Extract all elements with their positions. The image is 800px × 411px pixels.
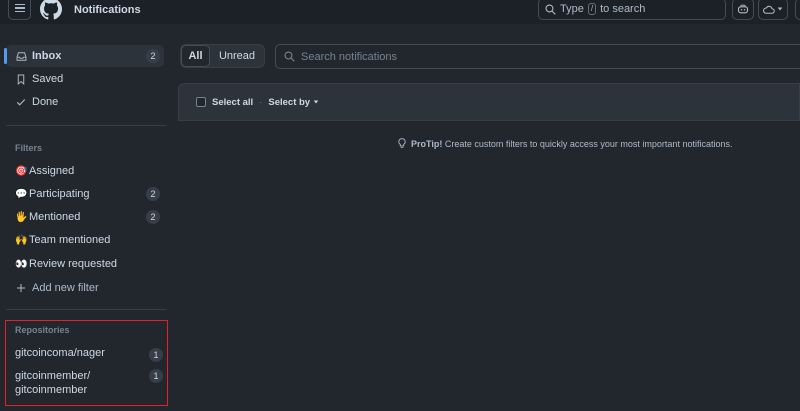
- menu-button[interactable]: [8, 0, 31, 20]
- app-header: Notifications Type / to search: [0, 0, 800, 24]
- search-placeholder: Search notifications: [301, 50, 397, 63]
- tab-all[interactable]: All: [181, 45, 210, 67]
- filter-label: Participating: [29, 188, 90, 200]
- repository-name: gitcoincoma/nager: [15, 347, 105, 359]
- search-icon: [284, 51, 295, 62]
- search-icon: [545, 3, 556, 15]
- sidebar-filter-team-mentioned[interactable]: 🙌 Team mentioned: [6, 229, 164, 251]
- sidebar-item-saved[interactable]: Saved: [6, 68, 164, 90]
- count-badge: 2: [146, 210, 160, 224]
- copilot-icon: [737, 4, 749, 14]
- sidebar-filter-participating[interactable]: 💬 Participating 2: [6, 183, 164, 205]
- lightbulb-icon: [398, 138, 406, 148]
- count-badge: 1: [149, 369, 163, 383]
- sidebar-filter-assigned[interactable]: 🎯 Assigned: [6, 160, 164, 182]
- eyes-icon: 👀: [15, 258, 28, 270]
- protip-message: ProTip! Create custom filters to quickly…: [397, 138, 732, 149]
- search-shortcut-key: /: [587, 3, 597, 15]
- select-by-dropdown[interactable]: Select by: [268, 97, 319, 108]
- separator: ·: [259, 96, 263, 108]
- page-title: Notifications: [74, 4, 141, 16]
- bookmark-icon: [15, 74, 27, 85]
- speech-bubble-icon: 💬: [15, 188, 28, 200]
- tab-unread[interactable]: Unread: [210, 45, 264, 67]
- copilot-button[interactable]: [732, 0, 754, 20]
- raising-hands-icon: 🙌: [15, 234, 28, 246]
- sidebar-item-inbox[interactable]: Inbox 2: [4, 45, 164, 67]
- divider: [6, 309, 166, 310]
- select-all-checkbox[interactable]: [196, 97, 206, 107]
- github-logo-icon[interactable]: [40, 0, 62, 20]
- create-new-button[interactable]: [758, 0, 788, 20]
- filters-heading: Filters: [15, 143, 43, 153]
- repository-name-line: gitcoinmember: [15, 384, 88, 396]
- plus-icon: [15, 283, 27, 293]
- cloud-icon: [763, 5, 775, 14]
- count-badge: 1: [149, 348, 163, 362]
- add-filter-label: Add new filter: [32, 282, 99, 294]
- filter-label: Assigned: [29, 165, 75, 177]
- filter-label: Mentioned: [29, 211, 81, 223]
- add-filter-button[interactable]: Add new filter: [6, 277, 164, 299]
- hamburger-line: [14, 10, 25, 13]
- repository-item[interactable]: gitcoinmember/ gitcoinmember 1: [15, 369, 163, 399]
- sidebar-filter-mentioned[interactable]: 🖐 Mentioned 2: [6, 206, 164, 228]
- select-all-label[interactable]: Select all: [212, 97, 253, 108]
- chevron-down-icon: [313, 100, 319, 104]
- sidebar-filter-review-requested[interactable]: 👀 Review requested: [6, 253, 164, 275]
- hamburger-line: [14, 3, 25, 6]
- count-badge: 2: [146, 49, 160, 63]
- header-extra-button[interactable]: [795, 0, 800, 20]
- sidebar-item-label: Saved: [32, 73, 64, 85]
- sidebar-item-label: Done: [32, 96, 59, 108]
- repositories-heading: Repositories: [15, 325, 70, 335]
- chevron-down-icon: [777, 7, 783, 11]
- divider: [6, 125, 166, 126]
- search-suffix: to search: [600, 3, 646, 15]
- repositories-highlight-box: Repositories gitcoincoma/nager 1 gitcoin…: [5, 320, 168, 406]
- search-prefix: Type: [560, 3, 584, 15]
- search-notifications-input[interactable]: Search notifications: [275, 44, 800, 69]
- repository-item[interactable]: gitcoincoma/nager 1: [15, 347, 163, 363]
- filter-label: Team mentioned: [29, 234, 111, 246]
- repository-name-line: gitcoinmember/: [15, 370, 91, 382]
- protip-label: ProTip!: [411, 138, 443, 149]
- sidebar-item-label: Inbox: [32, 50, 62, 62]
- sidebar-item-done[interactable]: Done: [6, 91, 164, 113]
- filter-label: Review requested: [29, 258, 118, 270]
- notification-tabs: All Unread: [180, 44, 265, 68]
- hamburger-line: [14, 7, 25, 9]
- select-by-label: Select by: [268, 96, 311, 108]
- notification-list-header: Select all · Select by: [178, 83, 800, 121]
- inbox-icon: [15, 51, 27, 62]
- count-badge: 2: [146, 187, 160, 201]
- check-icon: [15, 97, 27, 107]
- protip-text: Create custom filters to quickly access …: [444, 138, 733, 149]
- raised-hand-icon: 🖐: [15, 211, 28, 223]
- dart-icon: 🎯: [15, 165, 28, 177]
- global-search-button[interactable]: Type / to search: [538, 0, 726, 20]
